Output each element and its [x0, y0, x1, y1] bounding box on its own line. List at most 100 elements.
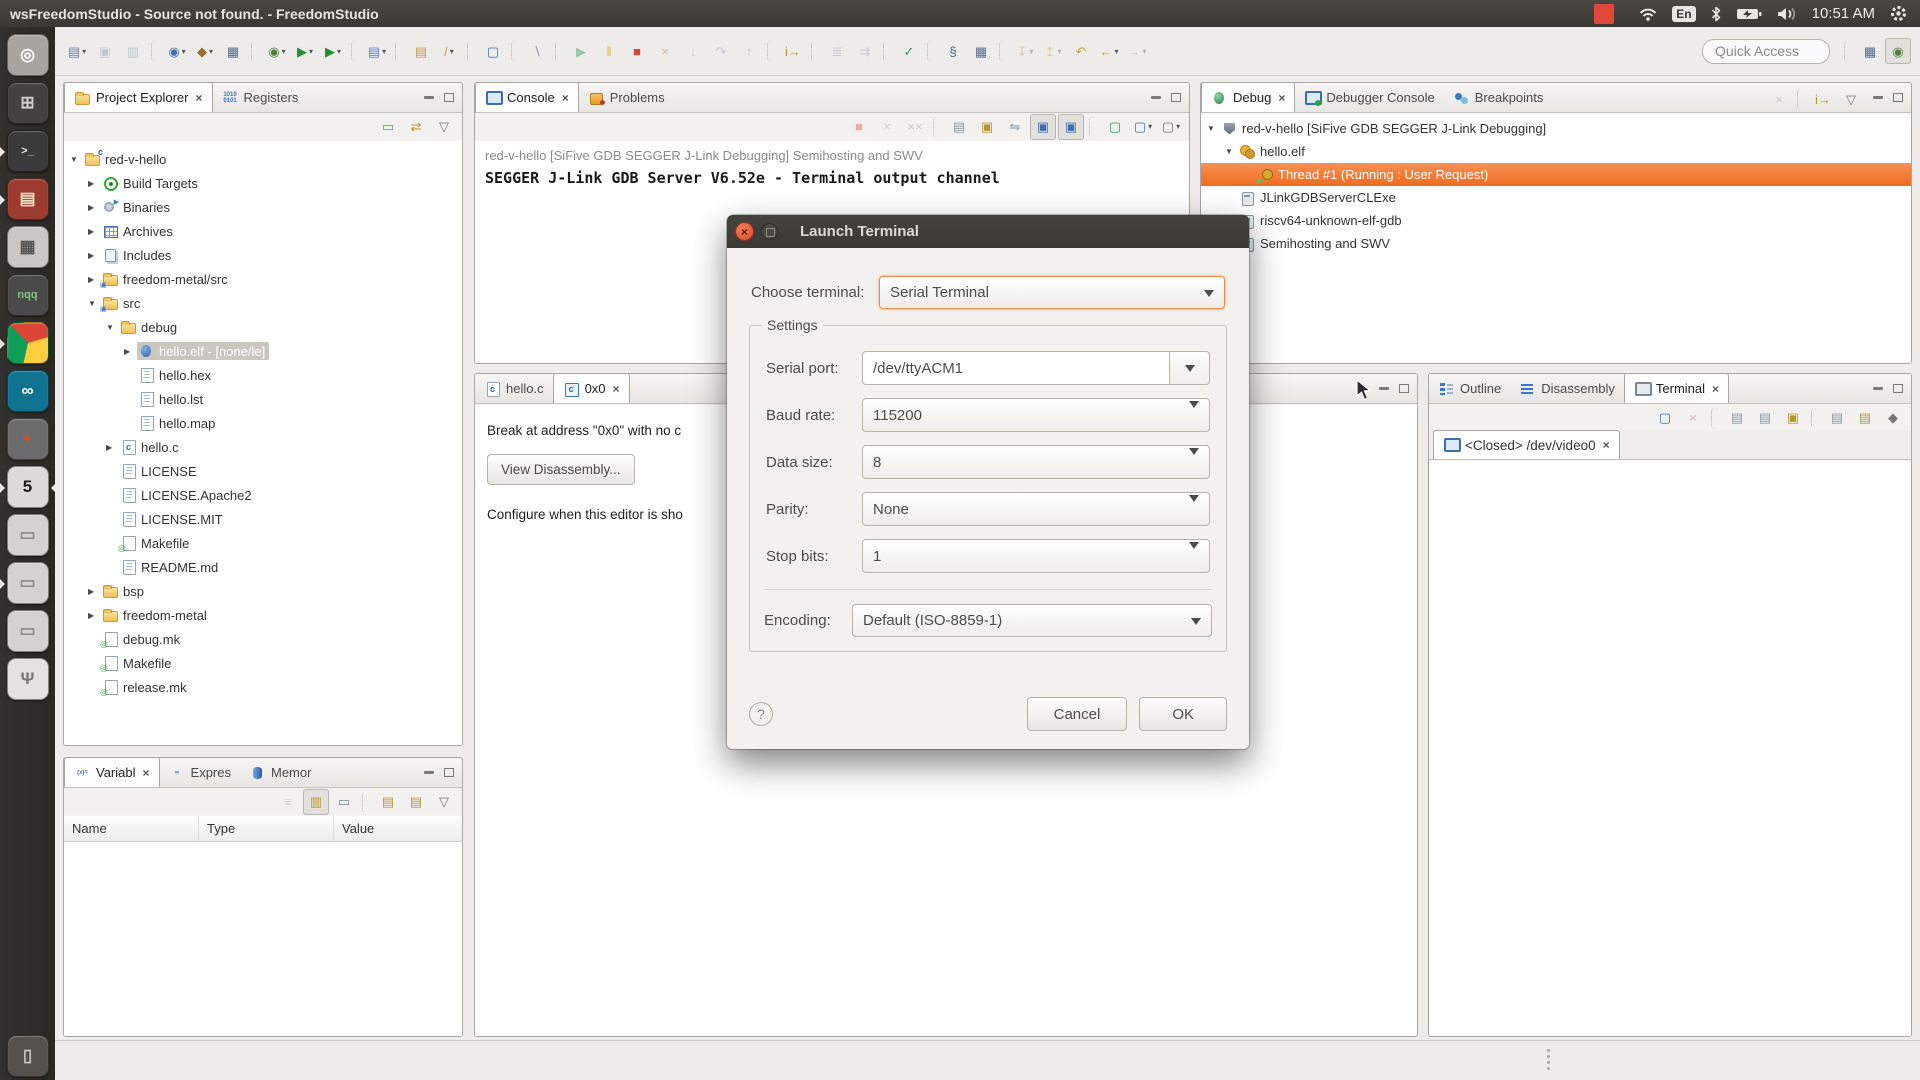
- dropdown-arrow-icon[interactable]: ▾: [337, 47, 341, 56]
- clear-terminal-button[interactable]: ▤: [1752, 405, 1778, 431]
- dropdown-arrow-icon[interactable]: ▾: [450, 47, 454, 56]
- debug-tree-item[interactable]: Semihosting and SWV: [1201, 232, 1911, 255]
- view-menu-button[interactable]: ▽: [1838, 86, 1864, 112]
- disconnect-terminal-button[interactable]: ×: [1680, 405, 1706, 431]
- tab-outline[interactable]: Outline: [1429, 374, 1510, 403]
- tab-variables[interactable]: (x)= Variabl ×: [64, 758, 160, 787]
- search-button[interactable]: / ▾: [436, 38, 462, 64]
- step-over-button[interactable]: ↷: [708, 38, 734, 64]
- tab-0x0[interactable]: c 0x0 ×: [552, 374, 630, 403]
- run-button[interactable]: ▶ ▾: [292, 38, 318, 64]
- clear-console-button[interactable]: ▤: [946, 114, 972, 140]
- tab-project-explorer[interactable]: Project Explorer ×: [64, 83, 213, 112]
- new-button[interactable]: ▤ ▾: [64, 38, 90, 64]
- combo-dropdown-button[interactable]: [1189, 447, 1199, 475]
- expand-arrow-icon[interactable]: ▶: [88, 587, 101, 596]
- tree-item[interactable]: LICENSE: [64, 459, 462, 483]
- instruction-stepping-button[interactable]: ≣: [824, 38, 850, 64]
- field-combo[interactable]: 8: [862, 445, 1210, 479]
- tab-disassembly[interactable]: Disassembly: [1510, 374, 1624, 403]
- minimize-button[interactable]: [1873, 386, 1883, 390]
- dropdown-arrow-icon[interactable]: ▾: [1142, 47, 1146, 56]
- dialog-titlebar[interactable]: × Launch Terminal: [727, 215, 1249, 248]
- show-on-output-button[interactable]: ▣: [1058, 113, 1084, 140]
- expand-arrow-icon[interactable]: ▼: [106, 323, 119, 332]
- tab-memory[interactable]: Memor: [240, 758, 320, 787]
- tree-item[interactable]: ▶ bsp: [64, 579, 462, 603]
- recording-indicator-icon[interactable]: [1594, 3, 1615, 24]
- close-icon[interactable]: ×: [195, 91, 202, 105]
- tree-item[interactable]: ◎ Makefile: [64, 651, 462, 675]
- external-tools-button[interactable]: ▶ ▾: [320, 38, 346, 64]
- launcher-terminal[interactable]: >_: [0, 130, 49, 172]
- step-into-button[interactable]: ↓: [680, 38, 706, 64]
- view-disassembly-button[interactable]: View Disassembly...: [487, 454, 635, 485]
- dropdown-arrow-icon[interactable]: ▾: [1176, 122, 1180, 131]
- wifi-icon[interactable]: [1638, 6, 1658, 22]
- tree-item[interactable]: LICENSE.Apache2: [64, 483, 462, 507]
- export-button[interactable]: ▤: [403, 789, 429, 815]
- dropdown-arrow-icon[interactable]: ▾: [382, 47, 386, 56]
- combo-dropdown-button[interactable]: [1189, 541, 1199, 569]
- expand-arrow-icon[interactable]: ▶: [106, 443, 119, 452]
- field-combo[interactable]: 1: [862, 539, 1210, 573]
- launcher-workspace-switcher[interactable]: ⊞: [6, 82, 49, 124]
- open-terminal-button[interactable]: ▢: [1652, 405, 1678, 431]
- dropdown-arrow-icon[interactable]: ▾: [209, 47, 213, 56]
- tab-debug[interactable]: Debug ×: [1201, 83, 1296, 112]
- pin-console-button[interactable]: ▣: [1030, 113, 1056, 140]
- save-button[interactable]: ▣: [92, 38, 118, 64]
- remove-launch-button[interactable]: ×: [874, 114, 900, 140]
- maximize-button[interactable]: [444, 767, 454, 777]
- tree-item[interactable]: ▶ Binaries: [64, 195, 462, 219]
- launcher-freedomstudio[interactable]: 5: [0, 466, 56, 508]
- close-icon[interactable]: ×: [613, 382, 620, 396]
- close-icon[interactable]: ×: [143, 766, 150, 780]
- open-console-button[interactable]: ▢ ▾: [1130, 114, 1156, 140]
- view-menu-button[interactable]: ▽: [431, 114, 457, 140]
- expand-arrow-icon[interactable]: ▶: [124, 347, 137, 356]
- scroll-lock-button[interactable]: ▤: [1724, 405, 1750, 431]
- last-edit-button[interactable]: ↶: [1068, 38, 1094, 64]
- debug-tree-item[interactable]: Thread #1 (Running : User Request): [1201, 163, 1911, 186]
- maximize-button[interactable]: [1399, 383, 1409, 393]
- dropdown-arrow-icon[interactable]: ▾: [282, 47, 286, 56]
- debug-tree-item[interactable]: ▼ red-v-hello [SiFive GDB SEGGER J-Link …: [1201, 117, 1911, 140]
- maximize-button[interactable]: [444, 92, 454, 102]
- close-icon[interactable]: ×: [1278, 91, 1285, 105]
- minimize-button[interactable]: [424, 770, 434, 774]
- launcher-disk-1[interactable]: ▭: [6, 514, 49, 556]
- copy-button[interactable]: ▤: [1824, 405, 1850, 431]
- field-combo[interactable]: /dev/ttyACM1: [862, 351, 1210, 385]
- paste-button[interactable]: ▤: [1852, 405, 1878, 431]
- maximize-button[interactable]: [1893, 92, 1903, 102]
- column-header[interactable]: Type: [199, 816, 334, 841]
- collapse-all-button[interactable]: ▭: [375, 114, 401, 140]
- tree-item[interactable]: ◎ release.mk: [64, 675, 462, 699]
- tree-item[interactable]: README.md: [64, 555, 462, 579]
- word-wrap-button[interactable]: ⇋: [1002, 114, 1028, 140]
- tab-terminal[interactable]: Terminal ×: [1623, 374, 1730, 403]
- bluetooth-icon[interactable]: [1710, 5, 1722, 23]
- maximize-button[interactable]: [1893, 383, 1903, 393]
- step-return-button[interactable]: ↑: [736, 38, 762, 64]
- choose-terminal-combo[interactable]: Serial Terminal: [879, 276, 1225, 309]
- launcher-chrome[interactable]: [0, 322, 49, 364]
- minimize-button[interactable]: [1379, 386, 1389, 390]
- new-source-button[interactable]: ▤ ▾: [364, 38, 390, 64]
- tab-problems[interactable]: Problems: [579, 83, 674, 112]
- combo-dropdown-button[interactable]: [1189, 494, 1199, 522]
- close-icon[interactable]: ×: [1603, 438, 1610, 452]
- console-view-button[interactable]: ▢: [480, 38, 506, 64]
- debug-perspective-button[interactable]: ◉: [1885, 38, 1911, 64]
- link-with-editor-button[interactable]: ⇄: [403, 114, 429, 140]
- disconnect-button[interactable]: ×: [652, 38, 678, 64]
- minimize-button[interactable]: [424, 95, 434, 99]
- tree-item[interactable]: ▶ Archives: [64, 219, 462, 243]
- add-watch-button[interactable]: ▤: [375, 789, 401, 815]
- terminate-button[interactable]: ■: [846, 114, 872, 140]
- save-all-button[interactable]: ▥: [120, 38, 146, 64]
- encoding-combo[interactable]: Default (ISO-8859-1): [852, 604, 1212, 637]
- remove-all-launches-button[interactable]: ××: [902, 114, 928, 140]
- tab-debugger-console[interactable]: Debugger Console: [1295, 83, 1443, 112]
